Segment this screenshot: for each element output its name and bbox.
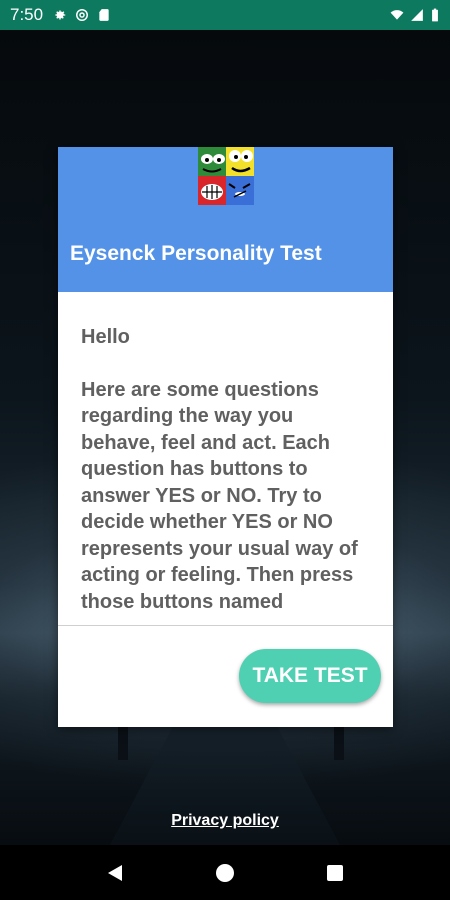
intro-dialog: Eysenck Personality Test Hello Here are …: [58, 147, 393, 727]
status-time: 7:50: [10, 5, 44, 24]
recents-icon: [327, 864, 343, 881]
wifi-icon: [390, 10, 404, 20]
home-button[interactable]: [210, 858, 240, 888]
home-icon: [216, 863, 234, 882]
signal-icon: [411, 9, 423, 21]
battery-icon: [432, 8, 438, 22]
status-icons-left: [53, 8, 111, 22]
divider: [58, 625, 393, 626]
back-button[interactable]: [100, 858, 130, 888]
nav-bar: [0, 845, 450, 900]
dialog-header: Eysenck Personality Test: [58, 147, 393, 292]
status-bar: 7:50: [0, 0, 450, 30]
take-test-button[interactable]: TAKE TEST: [239, 649, 381, 703]
back-icon: [108, 864, 122, 881]
at-sign-icon: [76, 9, 89, 21]
status-icons-right: [390, 8, 440, 22]
emoji-faces-logo-icon: [198, 147, 254, 205]
dialog-title: Eysenck Personality Test: [70, 242, 322, 265]
instructions-text: Here are some questions regarding the wa…: [81, 378, 358, 613]
greeting-text: Hello: [81, 326, 130, 348]
gear-icon: [55, 10, 66, 20]
privacy-policy-link[interactable]: Privacy policy: [171, 812, 279, 829]
recents-button[interactable]: [320, 858, 350, 888]
sd-card-icon: [99, 9, 109, 21]
dialog-message-scroll[interactable]: Hello Here are some questions regarding …: [58, 292, 393, 625]
privacy-footer: Privacy policy: [0, 812, 450, 830]
